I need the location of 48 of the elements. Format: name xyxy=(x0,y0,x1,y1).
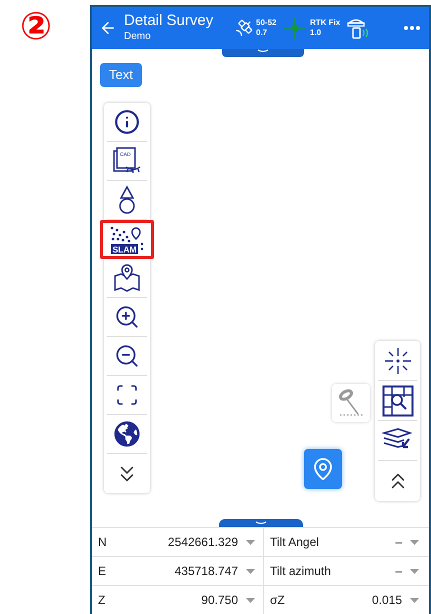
dropdown-icon xyxy=(246,598,255,602)
dropdown-icon xyxy=(246,540,255,544)
reading-label: N xyxy=(98,534,107,551)
satellite-count: 50-52 xyxy=(256,18,278,28)
satellite-icon xyxy=(234,18,254,38)
more-icon xyxy=(404,26,420,30)
dropdown-icon xyxy=(410,540,419,544)
location-pin-icon xyxy=(311,457,335,481)
solution-value: 1.0 xyxy=(310,28,322,38)
chevron-icon xyxy=(257,49,269,53)
tilt-button[interactable] xyxy=(332,384,370,422)
project-name: Demo xyxy=(124,30,152,44)
dropdown-icon xyxy=(410,598,419,602)
dropdown-icon xyxy=(410,568,419,574)
grid-search-icon xyxy=(382,384,414,416)
reading-label: Tilt Angel xyxy=(270,534,319,551)
back-icon xyxy=(99,19,117,37)
reading-label: Z xyxy=(98,592,106,609)
pull-down-tab[interactable] xyxy=(222,49,304,57)
text-button[interactable]: Text xyxy=(100,63,142,87)
full-extent-icon xyxy=(115,383,139,407)
solution-status: RTK Fix xyxy=(310,18,342,28)
cone-icon xyxy=(117,185,137,215)
screen-title: Detail Survey xyxy=(124,12,214,30)
zoom-out-icon xyxy=(114,343,140,369)
zoom-in-icon xyxy=(114,304,140,330)
reading-value: 0.015 xyxy=(372,592,402,609)
receiver-icon xyxy=(346,16,370,40)
chevron-icon xyxy=(254,521,266,525)
reading-value: – xyxy=(395,534,402,551)
globe-icon xyxy=(114,421,140,447)
location-button[interactable] xyxy=(304,449,342,489)
reading-label: Tilt azimuth xyxy=(270,563,331,580)
map-pin-icon xyxy=(112,264,142,292)
reading-label: E xyxy=(98,563,106,580)
info-icon xyxy=(114,109,140,135)
crosshair-icon xyxy=(384,346,412,374)
fix-crosshair-icon xyxy=(284,17,306,39)
reading-value: 435718.747 xyxy=(174,563,238,580)
pull-up-tab[interactable] xyxy=(218,519,302,527)
toolbar-button[interactable]: SLAM xyxy=(100,220,154,259)
step-number: ② xyxy=(20,4,52,50)
dropdown-icon xyxy=(246,568,255,574)
reading-value: 2542661.329 xyxy=(168,534,238,551)
reading-value: 90.750 xyxy=(201,592,238,609)
pdop-value: 0.7 xyxy=(256,28,268,38)
reading-value: – xyxy=(395,563,402,580)
reading-label: σZ xyxy=(270,592,285,609)
